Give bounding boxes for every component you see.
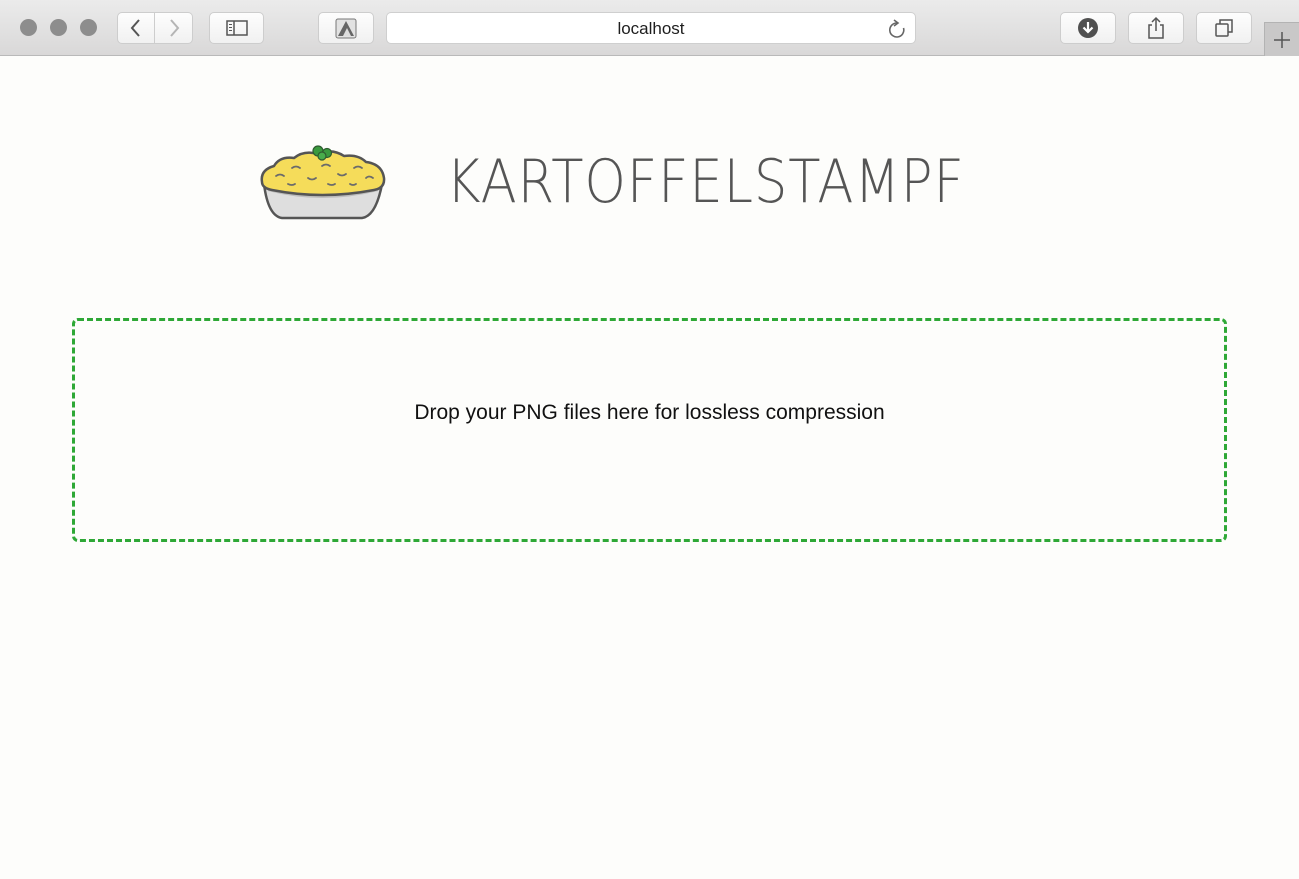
site-icon-button[interactable]	[318, 12, 374, 44]
window-zoom-button[interactable]	[80, 19, 97, 36]
browser-toolbar: localhost	[0, 0, 1299, 56]
page-title: KARTOFFELSTAMPF	[446, 147, 965, 217]
sidebar-icon	[225, 20, 248, 36]
share-icon	[1148, 16, 1164, 39]
window-minimize-button[interactable]	[50, 19, 67, 36]
back-button[interactable]	[117, 12, 155, 44]
forward-button[interactable]	[155, 12, 193, 44]
chevron-left-icon	[130, 19, 140, 37]
tabs-overview-icon	[1215, 19, 1233, 37]
mashed-potato-bowl-icon	[260, 145, 386, 220]
share-button[interactable]	[1128, 12, 1184, 44]
chevron-right-icon	[169, 19, 179, 37]
plus-icon	[1274, 31, 1290, 48]
reload-icon[interactable]	[888, 19, 906, 39]
tab-overview-button[interactable]	[1196, 12, 1252, 44]
download-icon	[1078, 18, 1098, 38]
reader-icon	[335, 18, 357, 39]
new-tab-button[interactable]	[1264, 22, 1299, 56]
address-text: localhost	[617, 19, 685, 38]
dropzone-instruction: Drop your PNG files here for lossless co…	[414, 401, 885, 424]
browser-window: localhost KARTOFFELSTAMPF Drop your PNG …	[0, 0, 1299, 879]
downloads-button[interactable]	[1060, 12, 1116, 44]
page-content: KARTOFFELSTAMPF Drop your PNG files here…	[0, 56, 1299, 879]
sidebar-button[interactable]	[209, 12, 264, 44]
file-dropzone[interactable]: Drop your PNG files here for lossless co…	[72, 318, 1227, 542]
address-bar[interactable]: localhost	[386, 12, 916, 44]
window-close-button[interactable]	[20, 19, 37, 36]
